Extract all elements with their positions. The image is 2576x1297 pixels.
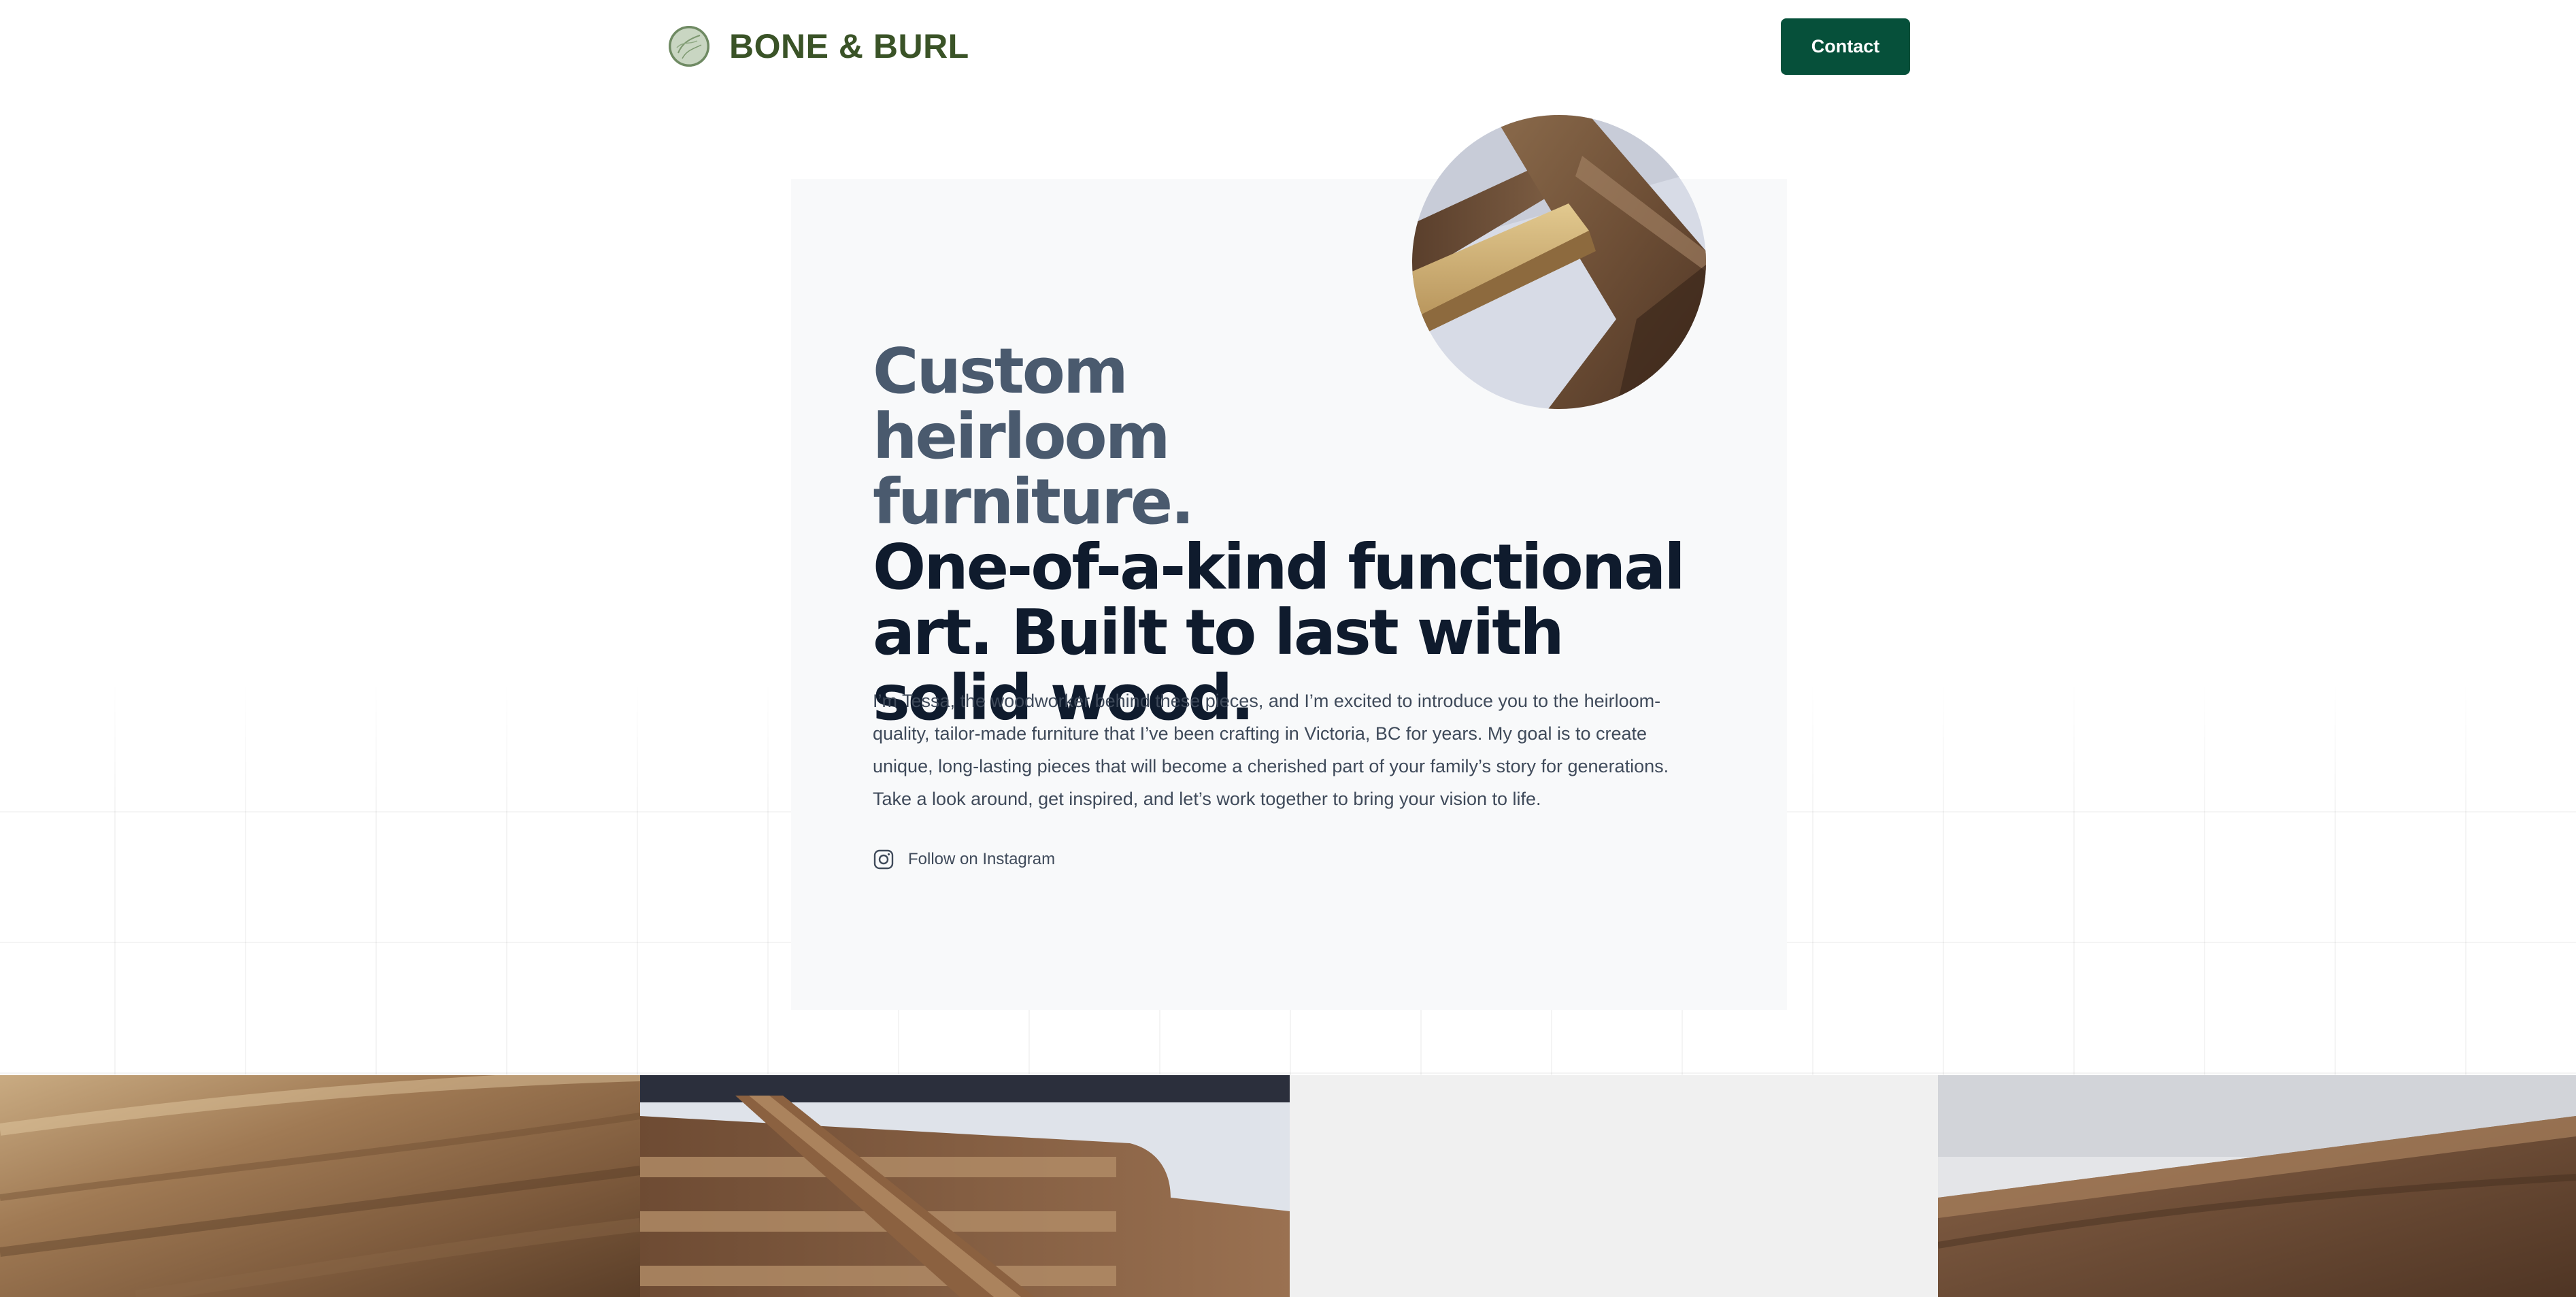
instagram-icon	[873, 849, 894, 870]
site-header: BONE & BURL Contact	[0, 0, 2576, 95]
gallery-tile-walnut-grain[interactable]	[0, 1075, 640, 1297]
instagram-link[interactable]: Follow on Instagram	[873, 849, 1055, 870]
gallery-tile-walnut-tabletop[interactable]	[1938, 1075, 2576, 1297]
instagram-label: Follow on Instagram	[908, 850, 1056, 868]
headline-lead: Custom heirloom furniture.	[873, 335, 1194, 538]
gallery-tile-walnut-chair[interactable]	[640, 1075, 1290, 1297]
gallery-strip	[0, 1075, 2576, 1297]
page: BONE & BURL Contact Custom heirloom furn…	[0, 0, 2576, 1297]
intro-paragraph: I’m Tessa, the woodworker behind these p…	[873, 691, 1669, 809]
gallery-tile-placeholder[interactable]	[1290, 1075, 1938, 1297]
burl-wood-logo-icon[interactable]	[669, 26, 709, 67]
brand-name[interactable]: BONE & BURL	[729, 24, 969, 68]
hero-headline: Custom heirloom furniture. One-of-a-kind…	[873, 339, 1709, 731]
contact-button[interactable]: Contact	[1781, 18, 1910, 75]
